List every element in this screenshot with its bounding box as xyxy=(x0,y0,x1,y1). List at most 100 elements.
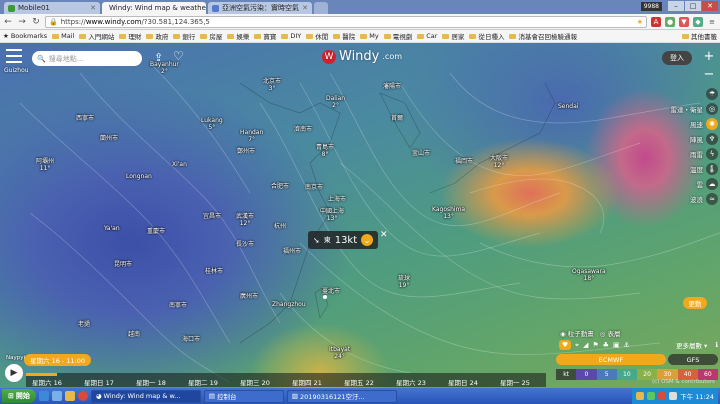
menu-icon[interactable]: ≡ xyxy=(707,17,717,27)
more-layers-link[interactable]: 更多層數 ▾ xyxy=(676,340,711,350)
bookmark-item[interactable]: DIY xyxy=(281,32,301,40)
timeline-day[interactable]: 星期一 18 xyxy=(136,377,166,387)
wind-map[interactable]: Guizhou 🔍 搜尋地點... ⇪ ♡ W Windy .com 登入 + −… xyxy=(0,43,720,388)
close-window-icon[interactable]: ✕ xyxy=(702,1,718,11)
map-city-label[interactable]: 越南 xyxy=(128,331,140,338)
timeline-day[interactable]: 星期六 23 xyxy=(396,377,426,387)
map-city-label[interactable]: 中國上海 13° xyxy=(320,208,344,222)
layer-temperature[interactable]: 溫度 🌡 xyxy=(652,162,718,175)
user-profile-badge[interactable]: 9988 xyxy=(640,2,662,11)
tab-close-icon[interactable]: ✕ xyxy=(302,4,308,12)
bookmark-item[interactable]: 從日種入 xyxy=(469,31,504,41)
timeline-bar[interactable]: 星期六 16 星期日 17 星期一 18 星期二 19 星期三 20 星期四 21 星期五 … xyxy=(26,373,546,387)
map-city-label[interactable]: 福州市 xyxy=(283,248,301,255)
map-city-label[interactable]: 南京市 xyxy=(305,184,323,191)
timeline-day[interactable]: 星期日 24 xyxy=(448,377,478,387)
minimize-icon[interactable]: – xyxy=(668,1,684,11)
timeline-day[interactable]: 星期五 22 xyxy=(344,377,374,387)
map-city-label[interactable]: 西寧市 xyxy=(76,115,94,122)
map-city-label[interactable]: 阿壩州 11° xyxy=(36,158,54,172)
zoom-in-icon[interactable]: + xyxy=(702,49,716,64)
login-button[interactable]: 登入 xyxy=(662,51,692,65)
forward-arrow-icon[interactable]: → xyxy=(17,17,27,27)
flag-icon[interactable]: ⚑ xyxy=(592,341,598,349)
anchor-icon[interactable]: ⚓ xyxy=(624,341,630,349)
timeline-day[interactable]: 星期一 25 xyxy=(500,377,530,387)
map-city-label[interactable]: Kagoshima 13° xyxy=(432,206,465,220)
map-city-label[interactable]: Handan 7° xyxy=(240,129,263,143)
bookmark-item[interactable]: 入門網站 xyxy=(79,31,114,41)
browser-tab-windy[interactable]: Windy: Wind map & weathe ✕ xyxy=(102,2,206,14)
particles-toggle[interactable]: ◉ 粒子動畫 xyxy=(560,328,594,338)
other-bookmarks[interactable]: 其他書籤 xyxy=(682,31,717,41)
windy-logo[interactable]: W Windy .com xyxy=(322,49,402,64)
map-city-label[interactable]: 青島市 8° xyxy=(316,144,334,158)
address-bar[interactable]: 🔒 https://www.windy.com/?30.581,124.365,… xyxy=(45,15,647,28)
hamburger-menu-icon[interactable] xyxy=(6,49,22,63)
bookmark-item[interactable]: My xyxy=(360,32,379,40)
map-city-label[interactable]: Ya'an xyxy=(104,225,120,232)
map-city-label[interactable]: 福岡市 xyxy=(455,158,473,165)
quicklaunch-ie-icon[interactable] xyxy=(38,391,49,401)
map-city-label[interactable]: 琉球 19° xyxy=(398,275,410,289)
map-city-label[interactable]: 桂林市 xyxy=(205,268,223,275)
bookmark-item[interactable]: 房屋 xyxy=(200,31,222,41)
taskbar-item-image[interactable]: ▨ 20190316121空汙... xyxy=(286,389,397,403)
layer-wind[interactable]: 風速 ✺ xyxy=(652,117,718,130)
bookmark-item[interactable]: 理財 xyxy=(119,31,141,41)
bookmark-item[interactable]: 居家 xyxy=(442,31,464,41)
model-gfs[interactable]: GFS xyxy=(668,354,718,365)
timeline-day[interactable]: 星期四 21 xyxy=(292,377,322,387)
close-icon[interactable]: ✕ xyxy=(380,230,388,240)
quicklaunch-media-icon[interactable] xyxy=(64,391,75,401)
extension-icon-2[interactable]: ● xyxy=(665,16,675,27)
quicklaunch-chrome-icon[interactable] xyxy=(77,391,88,401)
map-city-label[interactable]: Zhangzhou xyxy=(272,301,306,308)
map-city-label[interactable]: 首爾 xyxy=(391,115,403,122)
bookmark-star-icon[interactable]: ★ xyxy=(637,18,643,26)
timeline-day[interactable]: 星期六 16 xyxy=(32,377,62,387)
bookmark-item[interactable]: 寶寶 xyxy=(254,31,276,41)
map-city-label[interactable]: 武漢市 12° xyxy=(236,213,254,227)
map-attribution[interactable]: (c) OSM & contributors xyxy=(652,379,715,385)
zoom-out-icon[interactable]: − xyxy=(702,67,716,82)
maximize-icon[interactable]: □ xyxy=(685,1,701,11)
layer-clouds[interactable]: 雲 ☁ xyxy=(652,177,718,190)
play-icon[interactable]: ▶ xyxy=(5,364,23,382)
extension-icon-3[interactable]: ▼ xyxy=(679,16,689,27)
bookmark-item[interactable]: 政府 xyxy=(146,31,168,41)
map-city-label[interactable]: 南寧市 xyxy=(169,302,187,309)
map-city-label[interactable]: 大阪市 12° xyxy=(490,155,508,169)
reload-icon[interactable]: ↻ xyxy=(31,17,41,27)
favorite-heart-icon[interactable]: ♥ xyxy=(559,340,571,350)
extension-icon-1[interactable]: A xyxy=(651,16,661,27)
bookmark-item[interactable]: 電視劇 xyxy=(383,31,412,41)
map-city-label[interactable]: 廣州市 xyxy=(240,293,258,300)
map-city-label[interactable]: 合肥市 xyxy=(271,183,289,190)
layer-thunder[interactable]: 雨雷 ϟ xyxy=(652,147,718,160)
info-icon[interactable]: ℹ xyxy=(715,341,718,349)
wind-picker-popup[interactable]: ➘ 東 13kt ⌄ xyxy=(308,231,379,249)
current-time-badge[interactable]: 星期六 16 - 11:00 xyxy=(24,354,92,366)
timeline-day[interactable]: 星期日 17 xyxy=(84,377,114,387)
extension-icon-4[interactable]: ◆ xyxy=(693,16,703,27)
clock[interactable]: 下午 11:24 xyxy=(680,391,714,401)
tray-icon-2[interactable] xyxy=(647,392,656,400)
map-city-label[interactable]: 海口市 xyxy=(182,336,200,343)
map-city-label[interactable]: 濟南市 xyxy=(294,126,312,133)
bookmark-item[interactable]: Mail xyxy=(52,32,74,40)
map-city-label[interactable]: Xi'an xyxy=(172,161,187,168)
bookmark-item[interactable]: 醫院 xyxy=(333,31,355,41)
tray-icon-3[interactable] xyxy=(658,392,667,400)
chevron-down-icon[interactable]: ⌄ xyxy=(361,234,374,246)
new-tab-button[interactable] xyxy=(314,2,328,14)
pin-icon[interactable]: ⌖ xyxy=(575,341,579,350)
browser-tab-aqicn[interactable]: 亞洲空氣污染：實時空氣 ✕ xyxy=(208,2,312,14)
taskbar-item-control-panel[interactable]: ▤ 控制台 xyxy=(203,389,284,403)
tab-close-icon[interactable]: ✕ xyxy=(90,4,96,12)
layer-radar[interactable]: 雷達・衛星 ◎ xyxy=(652,102,718,115)
quicklaunch-desktop-icon[interactable] xyxy=(51,391,62,401)
map-city-label[interactable]: 北京市 3° xyxy=(263,78,281,92)
model-ecmwf[interactable]: ECMWF xyxy=(556,354,666,365)
ruler-icon[interactable]: ◢ xyxy=(583,341,588,349)
